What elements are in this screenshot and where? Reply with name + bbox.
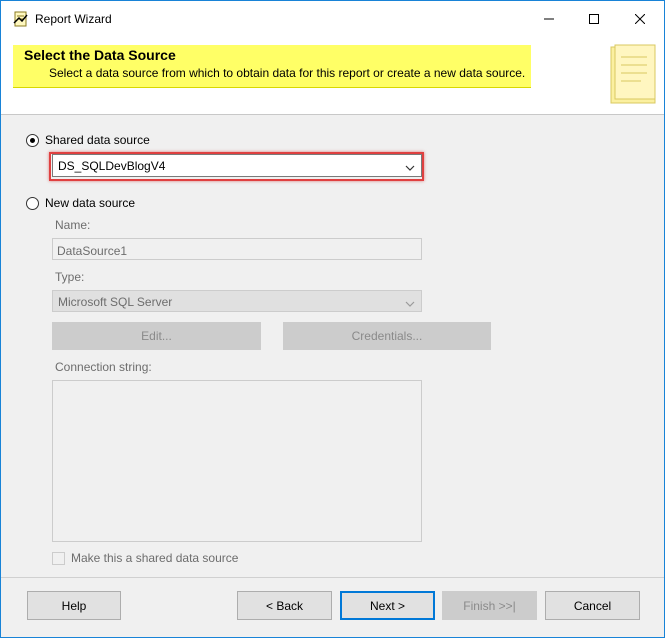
next-button[interactable]: Next > — [340, 591, 435, 620]
shared-data-source-label: Shared data source — [45, 133, 150, 147]
new-data-source-label: New data source — [45, 196, 136, 210]
type-dropdown[interactable]: Microsoft SQL Server — [52, 290, 422, 312]
name-field[interactable]: DataSource1 — [52, 238, 422, 260]
finish-button[interactable]: Finish >>| — [442, 591, 537, 620]
minimize-button[interactable] — [526, 1, 572, 37]
make-shared-label: Make this a shared data source — [71, 551, 239, 565]
wizard-footer: Help < Back Next > Finish >>| Cancel — [1, 578, 664, 637]
shared-data-source-option[interactable]: Shared data source — [26, 133, 150, 147]
shared-data-source-radio[interactable] — [26, 133, 39, 147]
wizard-header: Select the Data Source Select a data sou… — [1, 37, 664, 115]
make-shared-checkbox[interactable] — [52, 551, 65, 565]
name-label: Name: — [55, 218, 91, 232]
new-data-source-option[interactable]: New data source — [26, 196, 135, 210]
type-label: Type: — [55, 270, 85, 284]
report-wizard-window: Report Wizard Select the Data Source Sel… — [0, 0, 665, 638]
close-icon — [635, 14, 645, 24]
title-bar[interactable]: Report Wizard — [1, 1, 664, 37]
credentials-button[interactable]: Credentials... — [283, 322, 491, 350]
highlight-annotation — [49, 152, 424, 181]
make-shared-option[interactable]: Make this a shared data source — [52, 551, 238, 565]
connection-string-field[interactable] — [52, 380, 422, 542]
new-data-source-radio[interactable] — [26, 196, 39, 210]
document-graphic-icon — [605, 43, 661, 107]
minimize-icon — [544, 18, 554, 20]
window-title: Report Wizard — [35, 12, 112, 26]
header-banner: Select the Data Source Select a data sou… — [13, 45, 531, 88]
chevron-down-icon — [405, 297, 415, 307]
edit-button[interactable]: Edit... — [52, 322, 261, 350]
type-value: Microsoft SQL Server — [58, 295, 173, 309]
cancel-button[interactable]: Cancel — [545, 591, 640, 620]
page-title: Select the Data Source — [24, 47, 176, 63]
page-subtitle: Select a data source from which to obtai… — [49, 66, 526, 80]
maximize-icon — [589, 14, 599, 24]
connection-string-label: Connection string: — [55, 360, 152, 374]
back-button[interactable]: < Back — [237, 591, 332, 620]
help-button[interactable]: Help — [27, 591, 121, 620]
report-wizard-icon — [13, 11, 29, 27]
maximize-button[interactable] — [571, 1, 617, 37]
close-button[interactable] — [617, 1, 663, 37]
name-field-value: DataSource1 — [57, 244, 128, 258]
